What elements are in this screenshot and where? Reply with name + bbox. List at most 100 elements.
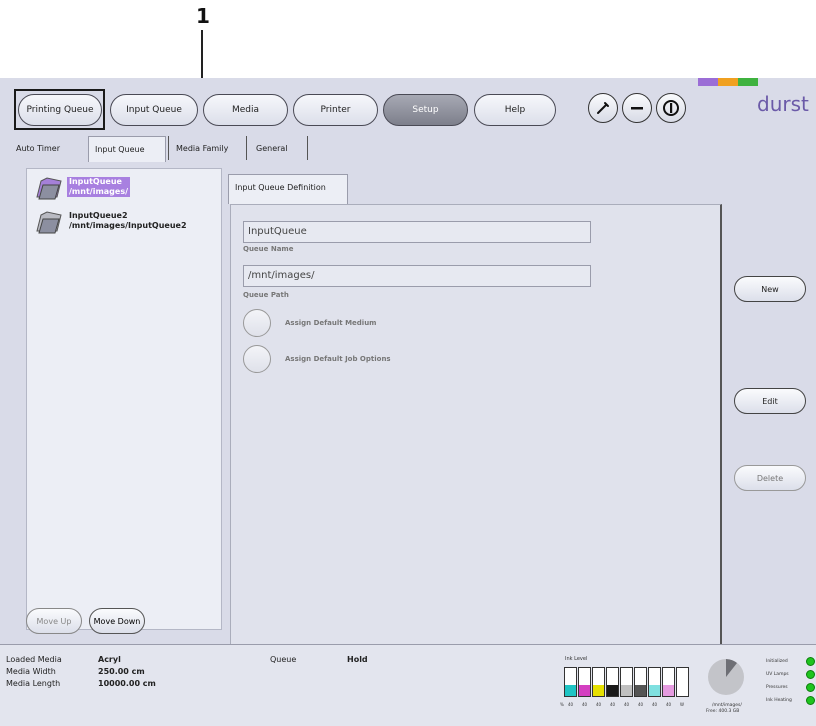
status-led [806, 657, 815, 666]
definition-panel: InputQueue Queue Name /mnt/images/ Queue… [230, 204, 722, 648]
media-button[interactable]: Media [203, 94, 288, 126]
indicator-label: Ink Heating [766, 698, 792, 703]
ink-level-fill [663, 684, 674, 696]
minus-button[interactable] [622, 93, 652, 123]
media-length-label: Media Length [6, 679, 61, 688]
queue-name-label: Queue Name [243, 245, 294, 253]
queue-name: InputQueue2 [69, 211, 128, 220]
assign-default-job-options-label: Assign Default Job Options [285, 355, 391, 363]
status-led [806, 683, 815, 692]
queue-path-field[interactable]: /mnt/images/ [243, 265, 591, 287]
folder-icon [36, 177, 62, 200]
edit-button[interactable]: Edit [734, 388, 806, 414]
status-led [806, 670, 815, 679]
queue-path: /mnt/images/InputQueue2 [69, 221, 187, 230]
power-icon [663, 100, 679, 116]
printing-queue-button[interactable]: Printing Queue [18, 94, 102, 126]
ink-level-fill [593, 684, 604, 696]
tab-input-queue[interactable]: Input Queue [88, 136, 166, 162]
folder-icon [36, 211, 62, 234]
delete-button[interactable]: Delete [734, 465, 806, 491]
ink-level-bar [606, 667, 619, 697]
queue-list-item[interactable]: InputQueue /mnt/images/ [35, 175, 215, 203]
ink-level-bar [634, 667, 647, 697]
new-button[interactable]: New [734, 276, 806, 302]
ink-level-bar [648, 667, 661, 697]
brand-bar-green [738, 78, 758, 86]
move-up-button[interactable]: Move Up [26, 608, 82, 634]
wrench-icon [597, 102, 609, 114]
ink-level-bar [578, 667, 591, 697]
ink-level-bar [676, 667, 689, 697]
ink-level-fill [635, 684, 646, 696]
ink-level-fill [649, 684, 660, 696]
media-length-value: 10000.00 cm [98, 679, 156, 688]
assign-default-medium-label: Assign Default Medium [285, 319, 377, 327]
queue-list-item[interactable]: InputQueue2 /mnt/images/InputQueue2 [35, 209, 215, 237]
printer-button[interactable]: Printer [293, 94, 378, 126]
indicator-label: Pressures [766, 685, 788, 690]
ink-level-value: 40 [568, 702, 574, 707]
ink-level-value: 40 [666, 702, 672, 707]
ink-level-value: 40 [624, 702, 630, 707]
brand-logo: durst [757, 92, 809, 116]
loaded-media-value: Acryl [98, 655, 121, 664]
tab-auto-timer[interactable]: Auto Timer [10, 136, 86, 162]
media-width-value: 250.00 cm [98, 667, 145, 676]
ink-level-bar [620, 667, 633, 697]
ink-level-value: 40 [652, 702, 658, 707]
assign-default-job-options-button[interactable] [243, 345, 271, 373]
ink-level-bar [592, 667, 605, 697]
ink-percent-label: % [560, 702, 564, 707]
brand-bar-orange [718, 78, 738, 86]
ink-level-bar [662, 667, 675, 697]
ink-level-fill [607, 684, 618, 696]
tab-general[interactable]: General [250, 136, 308, 162]
ink-level-fill [579, 684, 590, 696]
queue-name-field[interactable]: InputQueue [243, 221, 591, 243]
queue-path-label: Queue Path [243, 291, 289, 299]
ink-level-fill [621, 684, 632, 696]
disk-free: Free: 400.3 GB [706, 709, 740, 714]
loaded-media-label: Loaded Media [6, 655, 62, 664]
disk-path: /mnt/images/ [712, 703, 742, 708]
wrench-button[interactable] [588, 93, 618, 123]
status-led [806, 696, 815, 705]
queue-status-label: Queue [270, 655, 297, 664]
ink-level-title: Ink Level [565, 656, 588, 662]
media-width-label: Media Width [6, 667, 56, 676]
queue-status-value: Hold [347, 655, 368, 664]
indicator-label: UV Lamps [766, 672, 789, 677]
power-button[interactable] [656, 93, 686, 123]
tab-divider [246, 136, 247, 160]
app-window: Printing Queue Input Queue Media Printer… [0, 78, 816, 726]
indicator-label: Initialized [766, 659, 788, 664]
move-down-button[interactable]: Move Down [89, 608, 145, 634]
queue-path: /mnt/images/ [69, 187, 129, 196]
status-bar: Loaded Media Acryl Media Width 250.00 cm… [0, 644, 816, 726]
disk-pie-icon [726, 659, 737, 677]
ink-level-value: W [680, 702, 684, 707]
callout-number: 1 [196, 4, 210, 28]
tab-media-family[interactable]: Media Family [170, 136, 242, 162]
ink-level-value: 40 [582, 702, 588, 707]
ink-level-fill [565, 684, 576, 696]
queue-list-panel: InputQueue /mnt/images/ InputQueue2 /mnt… [26, 168, 222, 630]
disk-usage-pie [708, 659, 744, 695]
ink-level-value: 40 [610, 702, 616, 707]
ink-level-value: 40 [596, 702, 602, 707]
setup-button[interactable]: Setup [383, 94, 468, 126]
help-button[interactable]: Help [474, 94, 556, 126]
queue-name: InputQueue [69, 177, 122, 186]
input-queue-button[interactable]: Input Queue [110, 94, 198, 126]
tab-divider [307, 136, 308, 160]
tab-input-queue-definition[interactable]: Input Queue Definition [228, 174, 348, 204]
brand-bar-purple [698, 78, 718, 86]
minus-icon [631, 107, 643, 110]
ink-level-gauge: % 40 40 40 40 40 40 40 40 W [560, 663, 692, 707]
assign-default-medium-button[interactable] [243, 309, 271, 337]
brand-color-bars [698, 78, 758, 86]
ink-level-bar [564, 667, 577, 697]
ink-level-value: 40 [638, 702, 644, 707]
tab-divider [168, 136, 169, 160]
